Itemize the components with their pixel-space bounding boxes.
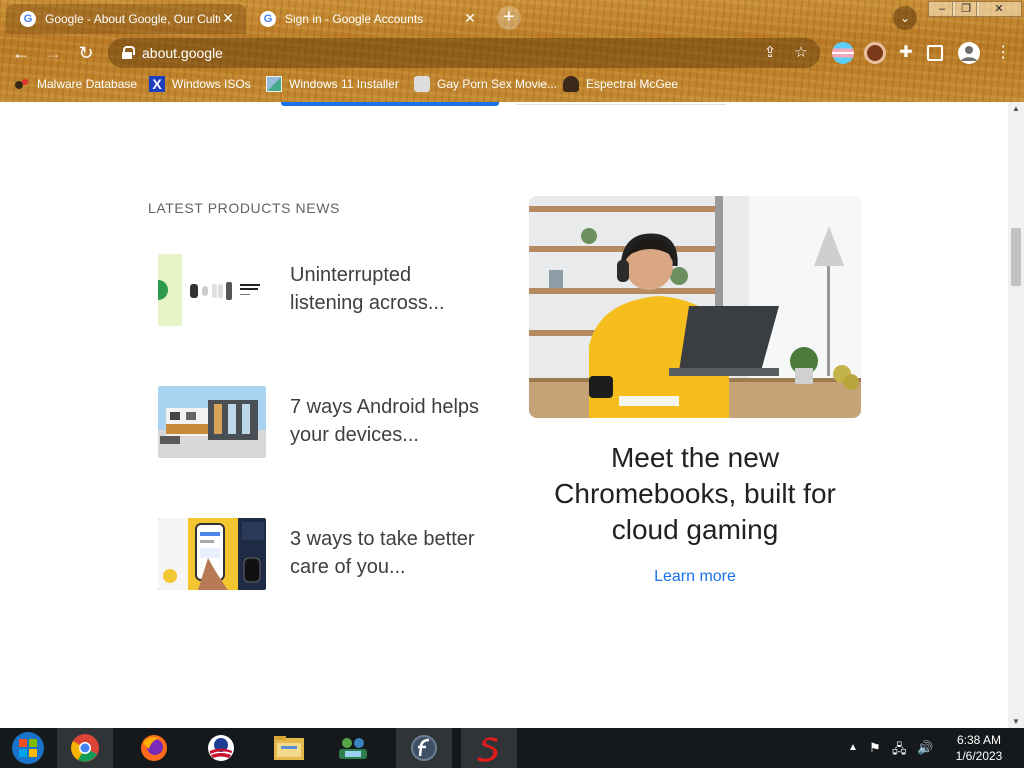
learn-more-link[interactable]: Learn more (529, 568, 861, 586)
bookmark-windows-11-installer[interactable]: Windows 11 Installer (266, 75, 399, 93)
share-icon[interactable]: ⇪ (760, 43, 780, 63)
lock-icon[interactable] (122, 46, 135, 59)
chromebook-promo-image[interactable] (529, 196, 861, 418)
taskbar-chrome[interactable] (57, 728, 113, 768)
bookmark-espectral-mcgee[interactable]: Espectral McGee (563, 75, 678, 93)
url-text[interactable]: about.google (142, 45, 223, 61)
system-clock[interactable]: 6:38 AM 1/6/2023 (946, 732, 1012, 764)
tab-title: Sign in - Google Accounts (285, 12, 424, 26)
bookmark-label: Espectral McGee (586, 77, 679, 91)
new-tab-button[interactable]: + (497, 6, 521, 30)
forward-button[interactable]: → (42, 42, 64, 64)
tab-about-google[interactable]: G Google - About Google, Our Cultu ✕ (6, 4, 246, 34)
bookmark-label: Windows 11 Installer (289, 77, 399, 91)
tab-search-button[interactable]: ⌄ (893, 6, 917, 30)
active-section-indicator (281, 102, 499, 106)
show-hidden-icons-icon[interactable]: ▲ (848, 742, 858, 753)
image-icon (266, 76, 282, 92)
windows-taskbar: ▲ ⚑ 🖧 🔊 6:38 AM 1/6/2023 (0, 728, 1024, 768)
bookmark-label: Gay Porn Sex Movie... (437, 77, 558, 91)
promo-title: Meet the new Chromebooks, built for clou… (554, 442, 836, 545)
news-title[interactable]: 3 ways to take better care of you... (290, 525, 490, 581)
start-orb-icon (12, 732, 44, 764)
close-tab-icon[interactable]: ✕ (462, 10, 478, 26)
news-thumbnail[interactable] (158, 254, 266, 326)
back-button[interactable]: ← (10, 42, 32, 64)
obama-logo-icon (208, 735, 234, 761)
taskbar-firefox[interactable] (126, 728, 182, 768)
news-title[interactable]: Uninterrupted listening across... (290, 261, 490, 317)
news-title[interactable]: 7 ways Android helps your devices... (290, 393, 490, 449)
start-button[interactable] (0, 728, 56, 768)
chrome-icon (71, 734, 99, 762)
reload-button[interactable]: ↻ (75, 42, 97, 64)
taskbar-app-obama[interactable] (193, 728, 249, 768)
bookmark-site[interactable]: Gay Porn Sex Movie... (414, 75, 557, 93)
taskbar-network-app[interactable] (325, 728, 381, 768)
menu-kebab-icon[interactable]: ⋮ (992, 42, 1014, 64)
tab-title: Google - About Google, Our Cultu (45, 12, 220, 26)
firefox-icon (141, 735, 167, 761)
taskbar-s-app[interactable] (461, 728, 517, 768)
profile-icon[interactable] (958, 42, 980, 64)
site-icon (414, 76, 430, 92)
volume-icon[interactable]: 🔊 (917, 740, 933, 756)
news-item[interactable]: 3 ways to take better care of you... (158, 518, 488, 592)
page-scrollbar[interactable]: ▲ ▼ (1008, 102, 1024, 728)
news-item[interactable]: 7 ways Android helps your devices... (158, 386, 488, 460)
scroll-up-arrow-icon[interactable]: ▲ (1012, 104, 1020, 113)
extension-flag-icon[interactable] (832, 42, 854, 64)
close-window-button[interactable]: ✕ (976, 1, 1022, 17)
news-thumbnail[interactable] (158, 518, 266, 590)
flash-icon (411, 735, 437, 761)
site-icon (563, 76, 579, 92)
tab-sign-in[interactable]: G Sign in - Google Accounts ✕ (246, 4, 488, 34)
google-icon: G (260, 11, 276, 27)
clock-date: 1/6/2023 (955, 749, 1003, 763)
google-icon: G (20, 11, 36, 27)
bookmark-malware-database[interactable]: Malware Database (14, 75, 137, 93)
bookmark-icon (14, 76, 30, 92)
s-logo-icon (477, 737, 498, 762)
taskbar-file-explorer[interactable] (261, 728, 317, 768)
extension-avatar-icon[interactable] (864, 42, 886, 64)
side-panel-icon[interactable] (927, 45, 943, 61)
network-people-icon (339, 738, 367, 759)
bookmark-star-icon[interactable]: ☆ (791, 43, 811, 63)
extensions-puzzle-icon[interactable]: ✚ (895, 42, 917, 64)
action-center-flag-icon[interactable]: ⚑ (869, 740, 881, 756)
news-item[interactable]: Uninterrupted listening across... (158, 254, 488, 328)
taskbar-flash[interactable] (396, 728, 452, 768)
browser-chrome: G Google - About Google, Our Cultu ✕ G S… (0, 0, 1024, 102)
web-page: LATEST PRODUCTS NEWS Uninterrupted liste… (0, 102, 1008, 728)
network-icon[interactable]: 🖧 (892, 740, 907, 762)
scroll-thumb[interactable] (1011, 228, 1021, 286)
bookmark-label: Malware Database (37, 77, 138, 91)
bookmark-label: Windows ISOs (172, 77, 251, 91)
bookmark-windows-isos[interactable]: X Windows ISOs (149, 75, 251, 93)
news-thumbnail[interactable] (158, 386, 266, 458)
scroll-down-arrow-icon[interactable]: ▼ (1012, 717, 1020, 726)
address-bar[interactable]: about.google ⇪ ☆ (108, 38, 820, 68)
section-heading: LATEST PRODUCTS NEWS (148, 200, 340, 216)
section-divider (516, 104, 726, 105)
file-explorer-icon (274, 736, 304, 760)
x-logo-icon: X (149, 76, 165, 92)
clock-time: 6:38 AM (956, 733, 1002, 747)
